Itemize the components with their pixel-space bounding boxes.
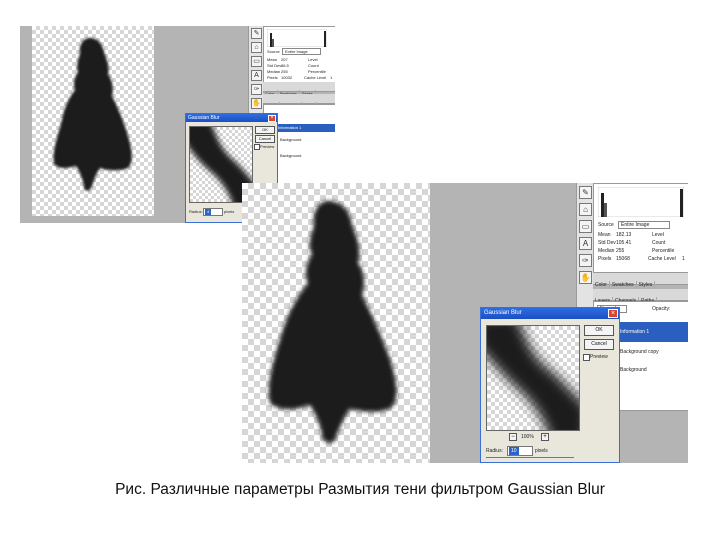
histogram-source-value[interactable]: Entire Image xyxy=(618,221,671,229)
histogram-source-label: Source xyxy=(267,49,280,54)
zoom-in-button[interactable]: + xyxy=(541,433,549,441)
radius-unit: pixels xyxy=(535,448,548,454)
histogram-graph-large xyxy=(598,187,684,217)
mean-label: Mean xyxy=(267,57,278,62)
cancel-button[interactable]: Cancel xyxy=(584,339,614,350)
dialog-title: Gaussian Blur xyxy=(484,310,522,316)
tab-styles[interactable]: Styles xyxy=(637,281,656,289)
std-dev-value: 105.41 xyxy=(616,240,632,246)
stamp-tool-icon[interactable]: ⌂ xyxy=(251,42,262,53)
dialog-title: Gaussian Blur xyxy=(188,115,220,121)
std-dev-label: Std Dev xyxy=(598,240,616,246)
pixels-value: 15068 xyxy=(616,256,630,262)
radius-label: Radius: xyxy=(486,448,503,454)
eraser-tool-icon[interactable]: ▭ xyxy=(579,220,592,233)
eraser-tool-icon[interactable]: ▭ xyxy=(251,56,262,67)
pixels-label: Pixels xyxy=(267,75,278,80)
zoom-level: 100% xyxy=(521,434,534,440)
ok-button[interactable]: OK xyxy=(255,126,275,134)
median-value: 255 xyxy=(616,248,625,254)
brush-tool-icon[interactable]: ✎ xyxy=(251,28,262,39)
radius-label: Radius: xyxy=(189,209,203,214)
figure-caption: Рис. Различные параметры Размытия тени ф… xyxy=(115,481,605,498)
histogram-source-label: Source xyxy=(598,222,614,228)
tab-swatches[interactable]: Swatches xyxy=(610,281,637,289)
count-label: Count xyxy=(652,240,666,246)
brush-tool-icon[interactable]: ✎ xyxy=(579,186,592,199)
layer-name: Information 1 xyxy=(620,329,650,335)
layer-name: Information 1 xyxy=(278,125,302,130)
blur-preview-large[interactable] xyxy=(486,325,580,431)
cache-level-label: Cache Level xyxy=(304,75,327,80)
median-label: Median xyxy=(267,69,281,74)
hand-tool-icon[interactable]: ✋ xyxy=(251,98,262,109)
radius-value: 10 xyxy=(509,447,519,455)
median-label: Median xyxy=(598,248,615,254)
layer-row-selected-small[interactable]: Information 1 xyxy=(276,124,335,132)
radius-unit: pixels xyxy=(224,209,235,214)
radius-input[interactable]: 4 xyxy=(203,208,223,216)
mean-value: 207 xyxy=(281,57,288,62)
cache-level-label: Cache Level xyxy=(648,256,676,262)
color-tabs-large: Color Swatches Styles xyxy=(593,273,688,289)
layer-row-2-large[interactable]: Background copy xyxy=(620,349,659,355)
preview-label: Preview xyxy=(590,354,608,360)
layer-row-selected-large[interactable]: Information 1 xyxy=(616,322,688,342)
radius-slider[interactable] xyxy=(486,457,574,458)
preview-label: Preview xyxy=(260,144,275,149)
silhouette-large xyxy=(268,201,397,443)
dialog-titlebar: Gaussian Blur xyxy=(481,308,619,319)
pixels-value: 10032 xyxy=(281,75,293,80)
color-tabs-small: ColorSwatchesStyles xyxy=(263,82,335,97)
stamp-tool-icon[interactable]: ⌂ xyxy=(579,203,592,216)
count-label: Count xyxy=(308,63,319,68)
layers-tabs-large: LayersChannelsPaths xyxy=(593,289,688,305)
histogram-panel-large: Source Entire Image Mean 182.13 Level St… xyxy=(593,183,688,273)
layer-row-2-small[interactable]: Background xyxy=(280,137,301,142)
preview-image-large xyxy=(487,326,579,430)
silhouette-small xyxy=(53,38,132,191)
median-value: 255 xyxy=(281,69,288,74)
cancel-button[interactable]: Cancel xyxy=(255,135,275,143)
gaussian-blur-dialog-large: Gaussian Blur × OK Cancel Preview − 100%… xyxy=(480,307,620,463)
layer-row-3-large[interactable]: Background xyxy=(620,367,647,373)
type-tool-icon[interactable]: A xyxy=(251,70,262,81)
percentile-label: Percentile xyxy=(652,248,675,254)
screenshot-large: ✎ ⌂ ▭ A ✑ ✋ Source Entire Image Mean 182… xyxy=(242,183,688,463)
radius-input[interactable]: 10 xyxy=(507,446,533,456)
std-dev-label: Std Dev xyxy=(267,63,282,68)
tab-color[interactable]: Color xyxy=(593,281,610,289)
cache-level-value: 1 xyxy=(330,75,333,80)
cache-level-value: 1 xyxy=(682,256,685,262)
close-icon[interactable]: × xyxy=(608,309,618,318)
pen-tool-icon[interactable]: ✑ xyxy=(579,254,592,267)
std-dev-value: 86.5 xyxy=(281,63,289,68)
pen-tool-icon[interactable]: ✑ xyxy=(251,84,262,95)
level-label: Level xyxy=(308,57,318,62)
mean-label: Mean xyxy=(598,232,611,238)
pixels-label: Pixels xyxy=(598,256,612,262)
type-tool-icon[interactable]: A xyxy=(579,237,592,250)
close-icon[interactable]: × xyxy=(268,115,276,122)
zoom-out-button[interactable]: − xyxy=(509,433,517,441)
ok-button[interactable]: OK xyxy=(584,325,614,336)
level-label: Level xyxy=(652,232,664,238)
layers-tabs-small: LayersChannelsPaths xyxy=(263,94,335,109)
mean-value: 182.13 xyxy=(616,232,632,238)
percentile-label: Percentile xyxy=(308,69,326,74)
radius-value: 4 xyxy=(205,209,212,215)
histogram-source-value[interactable]: Entire Image xyxy=(282,48,321,55)
histogram-panel-small: Source Entire Image Mean 207 Level Std D… xyxy=(263,26,335,90)
histogram-graph-small xyxy=(267,29,327,47)
layer-row-3-small[interactable]: Background xyxy=(280,153,301,158)
preview-checkbox[interactable] xyxy=(583,354,590,361)
dialog-titlebar: Gaussian Blur xyxy=(186,114,277,122)
opacity-label: Opacity: xyxy=(652,306,671,312)
hand-tool-icon[interactable]: ✋ xyxy=(579,271,592,284)
